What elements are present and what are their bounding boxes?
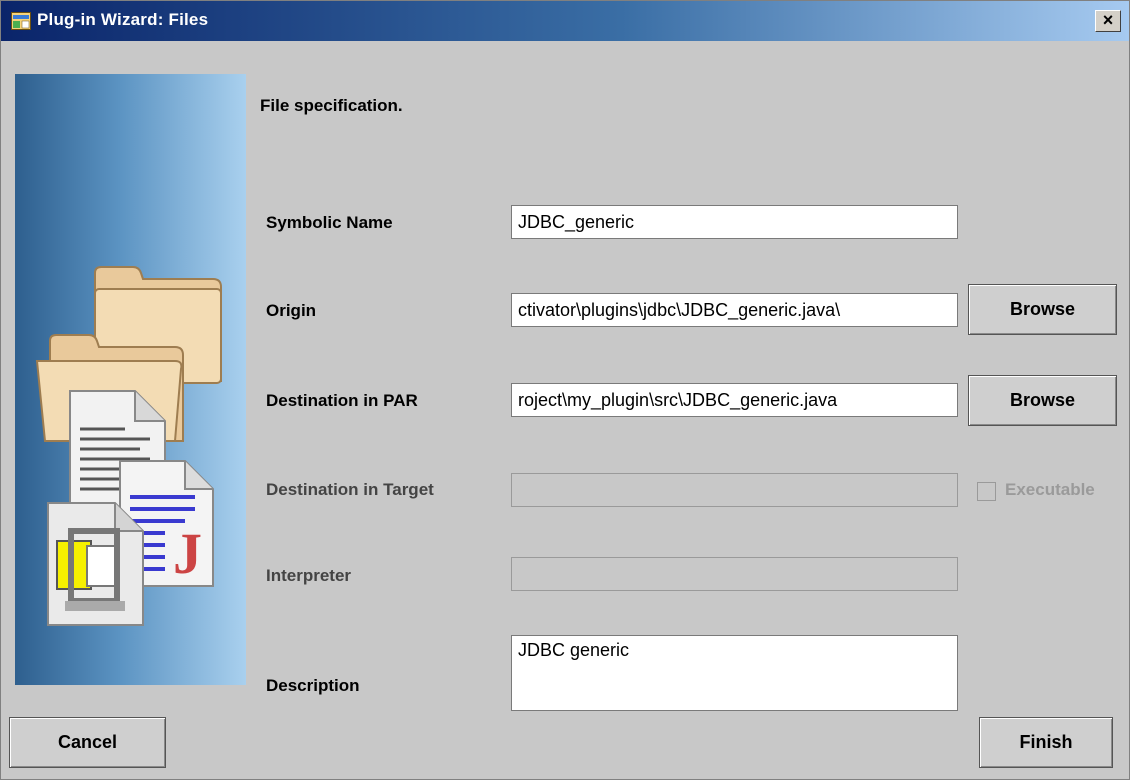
description-label: Description bbox=[266, 676, 360, 695]
interpreter-label: Interpreter bbox=[266, 566, 352, 585]
symbolic-name-input[interactable]: JDBC_generic bbox=[511, 205, 958, 239]
archive-icon bbox=[47, 502, 144, 626]
plugin-wizard-dialog: Plug-in Wizard: Files × J File specifica… bbox=[0, 0, 1130, 780]
destination-par-input[interactable]: roject\my_plugin\src\JDBC_generic.java bbox=[511, 383, 958, 417]
origin-browse-button[interactable]: Browse bbox=[968, 284, 1117, 335]
destination-par-label: Destination in PAR bbox=[266, 391, 418, 410]
finish-button[interactable]: Finish bbox=[979, 717, 1113, 768]
origin-label: Origin bbox=[266, 301, 317, 320]
wizard-window-icon bbox=[11, 12, 31, 30]
destination-par-browse-button[interactable]: Browse bbox=[968, 375, 1117, 426]
executable-checkbox[interactable] bbox=[977, 482, 996, 501]
svg-text:J: J bbox=[173, 521, 202, 586]
destination-target-input[interactable] bbox=[511, 473, 958, 507]
executable-checkbox-label: Executable bbox=[1005, 480, 1095, 499]
origin-input[interactable]: \ctivator\plugins\jdbc\JDBC_generic.java bbox=[511, 293, 958, 327]
close-button[interactable]: × bbox=[1095, 10, 1121, 32]
symbolic-name-label: Symbolic Name bbox=[266, 213, 393, 232]
interpreter-input[interactable] bbox=[511, 557, 958, 591]
description-textarea[interactable]: JDBC generic bbox=[511, 635, 958, 711]
close-icon: × bbox=[1102, 10, 1114, 30]
wizard-illustration: J bbox=[35, 266, 222, 626]
cancel-button[interactable]: Cancel bbox=[9, 717, 166, 768]
title-bar[interactable]: Plug-in Wizard: Files × bbox=[1, 1, 1129, 41]
wizard-step-heading: File specification. bbox=[260, 96, 403, 115]
destination-target-label: Destination in Target bbox=[266, 480, 434, 499]
window-title: Plug-in Wizard: Files bbox=[37, 10, 209, 29]
